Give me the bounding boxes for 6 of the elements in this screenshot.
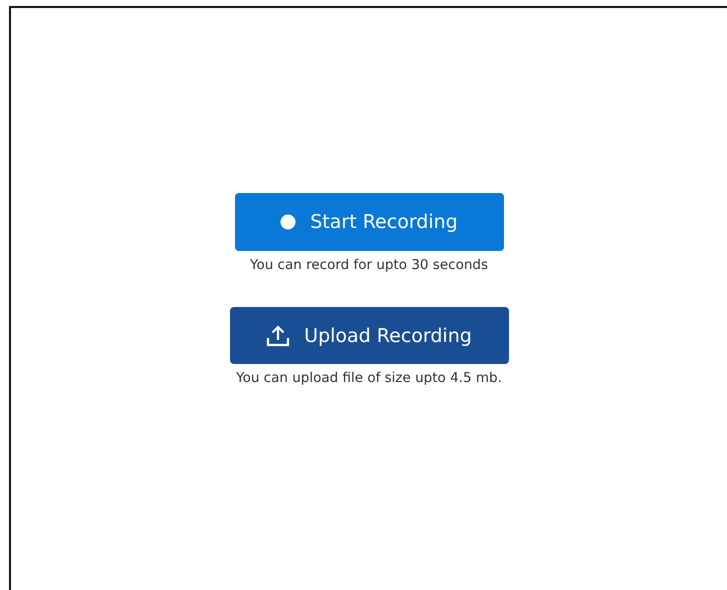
upload-button[interactable]: Upload Recording — [230, 307, 508, 364]
circle-icon — [280, 214, 296, 230]
hint-text: You can upload file of size upto 4.5 mb. — [236, 370, 502, 386]
upload-icon — [266, 324, 290, 346]
hint-text: You can record for upto 30 seconds — [250, 257, 488, 273]
record-button[interactable]: Start Recording — [234, 193, 504, 251]
